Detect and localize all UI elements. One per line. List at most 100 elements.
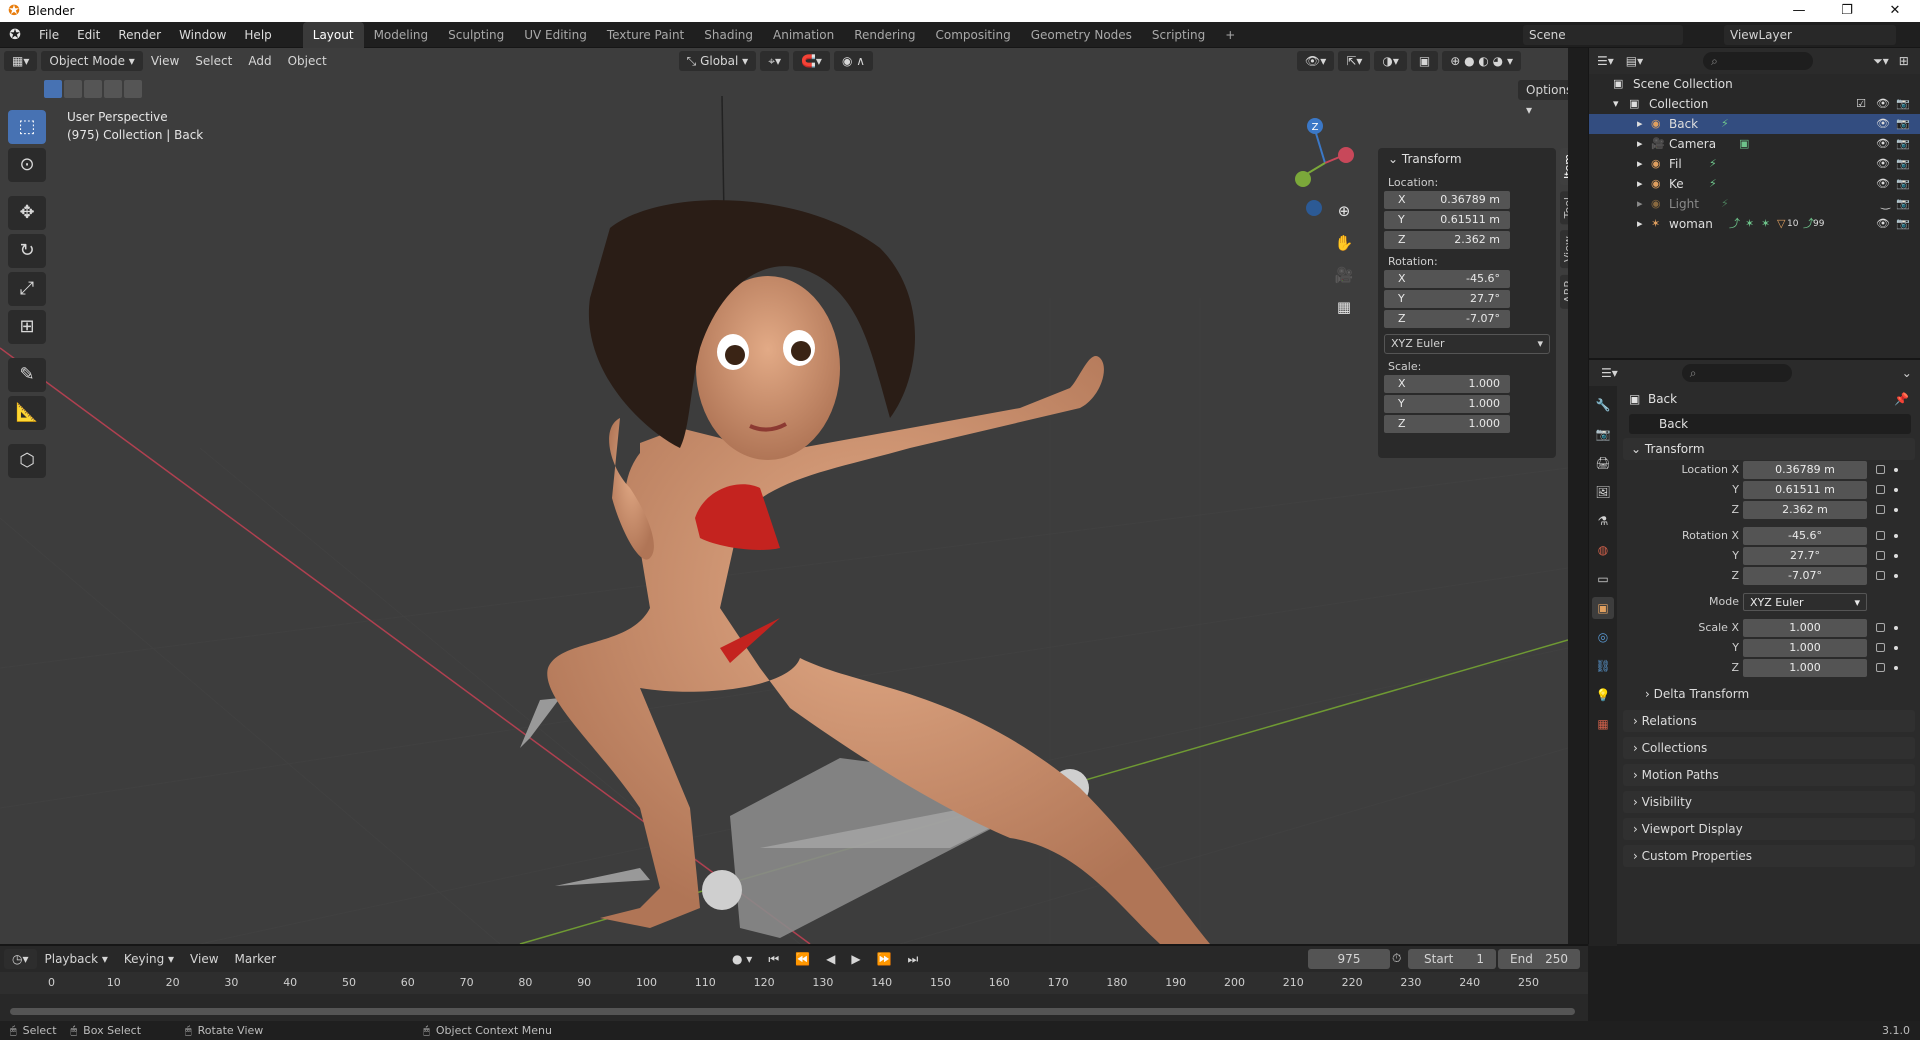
add-cube-tool-icon[interactable]: ⬡ [8, 444, 46, 478]
select-new-icon[interactable] [44, 80, 62, 98]
viewport-menu-view[interactable]: View [143, 54, 187, 68]
rotation-z-value[interactable]: -7.07° [1743, 567, 1867, 585]
location-z-value[interactable]: 2.362 m [1743, 501, 1867, 519]
expand-arrow-icon[interactable]: ▸ [1637, 214, 1643, 234]
view-layer-properties-icon[interactable]: 🖼 [1592, 481, 1614, 503]
eye-icon[interactable]: 👁 [1876, 154, 1890, 174]
tab-compositing[interactable]: Compositing [925, 22, 1020, 48]
constraint-properties-icon[interactable]: ⛓ [1592, 655, 1614, 677]
scale-y-field[interactable]: Y 1.000 [1384, 395, 1510, 413]
viewport-menu-object[interactable]: Object [280, 54, 335, 68]
options-dropdown[interactable]: Options ▾ [1518, 80, 1568, 117]
move-tool-icon[interactable]: ✥ [8, 196, 46, 230]
outliner-item-ke[interactable]: ▸ ◉ Ke ⚡ 👁 📷 [1589, 174, 1920, 194]
menu-file[interactable]: File [30, 22, 68, 48]
eye-icon[interactable]: 👁 [1876, 134, 1890, 154]
rotation-mode-dropdown[interactable]: XYZ Euler ▾ [1384, 334, 1550, 354]
close-icon[interactable]: ✕ [1872, 0, 1918, 22]
location-x-value[interactable]: 0.36789 m [1743, 461, 1867, 479]
tab-rendering[interactable]: Rendering [844, 22, 925, 48]
scale-x-value[interactable]: 1.000 [1743, 619, 1867, 637]
ortho-grid-icon[interactable]: ▦ [1330, 294, 1358, 320]
keyframe-dot-icon[interactable] [1894, 666, 1898, 670]
timeline-editor-type-icon[interactable]: ◷▾ [4, 949, 37, 969]
outliner-search-input[interactable]: ⌕ [1703, 52, 1814, 70]
expand-arrow-icon[interactable]: ▸ [1637, 114, 1643, 134]
gizmo-x-icon[interactable] [1338, 147, 1354, 163]
playback-menu[interactable]: Playback ▾ [37, 952, 116, 966]
add-workspace-button[interactable]: + [1215, 22, 1245, 48]
tab-geometry-nodes[interactable]: Geometry Nodes [1021, 22, 1142, 48]
collections-section[interactable]: › Collections [1623, 737, 1915, 759]
collection-row[interactable]: ▾ ▣ Collection ☑ 👁 📷 [1589, 94, 1920, 114]
navigation-gizmo[interactable]: Z [1270, 108, 1380, 248]
keyframe-dot-icon[interactable] [1894, 626, 1898, 630]
filter-icon[interactable]: ⏷▾ [1873, 54, 1889, 69]
rotation-z-field[interactable]: Z -7.07° [1384, 310, 1510, 328]
expand-arrow-icon[interactable]: ▸ [1637, 134, 1643, 154]
preview-range-icon[interactable]: ⏱ [1392, 951, 1401, 966]
camera-render-icon[interactable]: 📷 [1896, 214, 1910, 234]
minimize-icon[interactable]: — [1776, 0, 1822, 22]
properties-editor-type-icon[interactable]: ☰▾ [1601, 366, 1618, 380]
next-keyframe-icon[interactable]: ⏩ [869, 952, 900, 966]
lock-icon[interactable] [1876, 643, 1885, 652]
select-box-tool-icon[interactable]: ⬚ [8, 110, 46, 144]
outliner-item-woman[interactable]: ▸ ✶ woman ⤴ ✶ ✶ ▽ 10 ⤴ 99 👁 📷 [1589, 214, 1920, 234]
lock-icon[interactable] [1876, 663, 1885, 672]
menu-window[interactable]: Window [170, 22, 235, 48]
rotation-x-value[interactable]: -45.6° [1743, 527, 1867, 545]
prev-keyframe-icon[interactable]: ⏪ [787, 952, 818, 966]
tab-modeling[interactable]: Modeling [364, 22, 439, 48]
lock-icon[interactable] [1876, 623, 1885, 632]
lock-icon[interactable] [1876, 465, 1885, 474]
scale-tool-icon[interactable]: ⤢ [8, 272, 46, 306]
tab-arp[interactable]: ARP [1560, 274, 1568, 309]
display-mode-icon[interactable]: ▤▾ [1626, 54, 1643, 68]
transform-tool-icon[interactable]: ⊞ [8, 310, 46, 344]
keyframe-dot-icon[interactable] [1894, 468, 1898, 472]
xray-icon[interactable]: ▣ [1410, 51, 1439, 71]
scale-y-value[interactable]: 1.000 [1743, 639, 1867, 657]
zoom-icon[interactable]: ⊕ [1330, 198, 1358, 224]
jump-start-icon[interactable]: ⏮ [760, 952, 787, 967]
texture-properties-icon[interactable]: ▦ [1592, 713, 1614, 735]
current-frame-field[interactable]: 975 [1308, 949, 1390, 969]
measure-tool-icon[interactable]: 📐 [8, 396, 46, 430]
tab-sculpting[interactable]: Sculpting [438, 22, 514, 48]
properties-search-input[interactable]: ⌕ [1681, 364, 1792, 382]
camera-render-icon[interactable]: 📷 [1896, 194, 1910, 214]
eye-icon[interactable]: 👁 [1876, 114, 1890, 134]
visibility-section[interactable]: › Visibility [1623, 791, 1915, 813]
3d-viewport[interactable]: ▦▾ Object Mode ▾ View Select Add Object … [0, 48, 1568, 944]
object-name-field[interactable]: Back [1629, 414, 1911, 434]
tab-tool[interactable]: Tool [1560, 191, 1568, 225]
location-y-value[interactable]: 0.61511 m [1743, 481, 1867, 499]
tab-texture-paint[interactable]: Texture Paint [597, 22, 694, 48]
timeline-scrollbar[interactable] [10, 1008, 1575, 1015]
select-invert-icon[interactable] [104, 80, 122, 98]
timeline-view-menu[interactable]: View [182, 952, 226, 966]
lock-icon[interactable] [1876, 551, 1885, 560]
scene-selector[interactable]: Scene [1523, 25, 1683, 45]
jump-end-icon[interactable]: ⏭ [900, 952, 927, 967]
pivot-point-icon[interactable]: ⌖▾ [760, 51, 789, 71]
scene-properties-icon[interactable]: ⚗ [1592, 510, 1614, 532]
expand-arrow-icon[interactable]: ▾ [1613, 94, 1619, 114]
tab-animation[interactable]: Animation [763, 22, 844, 48]
camera-render-icon[interactable]: 📷 [1896, 114, 1910, 134]
tab-shading[interactable]: Shading [694, 22, 763, 48]
tab-view[interactable]: View [1560, 230, 1568, 269]
delta-transform-section[interactable]: › Delta Transform [1635, 683, 1915, 705]
keyframe-dot-icon[interactable] [1894, 646, 1898, 650]
tab-uv-editing[interactable]: UV Editing [514, 22, 597, 48]
chevron-down-icon[interactable]: ⌄ [1902, 366, 1912, 380]
play-reverse-icon[interactable]: ◀ [818, 952, 843, 966]
camera-render-icon[interactable]: 📷 [1896, 174, 1910, 194]
scale-x-field[interactable]: X 1.000 [1384, 375, 1510, 393]
pan-hand-icon[interactable]: ✋ [1330, 230, 1358, 256]
select-extend-icon[interactable] [64, 80, 82, 98]
viewport-menu-select[interactable]: Select [187, 54, 240, 68]
object-mode-dropdown[interactable]: Object Mode ▾ [41, 51, 143, 71]
blender-menu-icon[interactable]: ✪ [0, 27, 30, 43]
